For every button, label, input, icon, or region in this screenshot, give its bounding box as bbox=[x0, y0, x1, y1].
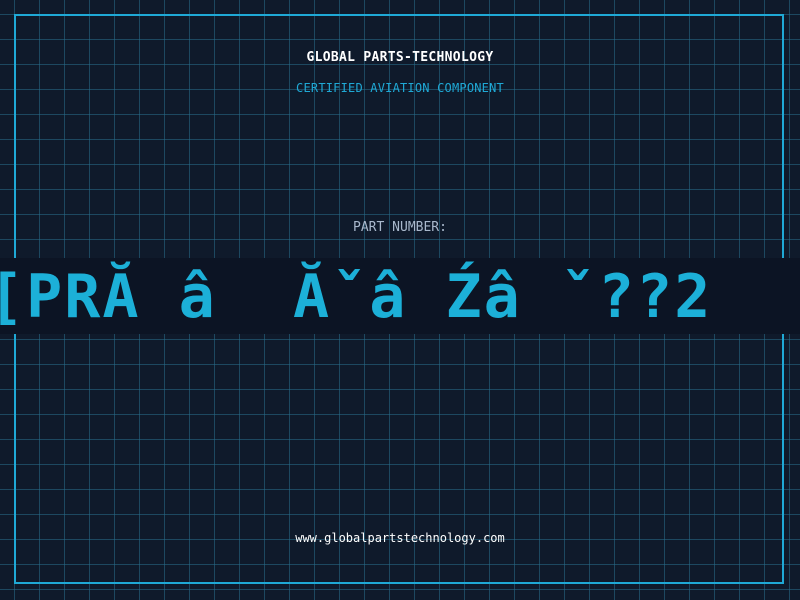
certification-subtitle: CERTIFIED AVIATION COMPONENT bbox=[296, 81, 504, 95]
company-name: GLOBAL PARTS-TECHNOLOGY bbox=[306, 50, 494, 65]
part-number-value: [PRĂ â Ăˇâ Źâ ˇ??2 bbox=[0, 262, 713, 332]
part-number-label: PART NUMBER: bbox=[353, 220, 447, 235]
website-url[interactable]: www.globalpartstechnology.com bbox=[0, 531, 800, 545]
